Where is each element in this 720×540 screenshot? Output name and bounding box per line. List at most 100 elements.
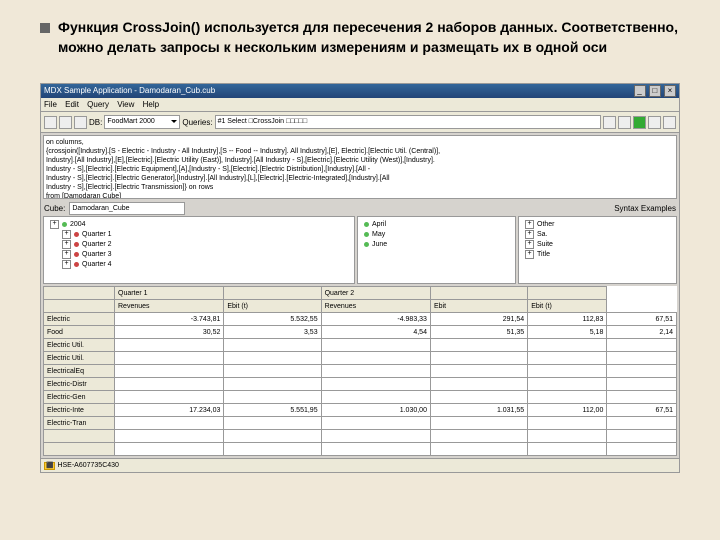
- title-bar: MDX Sample Application - Damodaran_Cub.c…: [41, 84, 679, 98]
- cube-row: Cube: Damodaran_Cube Syntax Examples: [41, 201, 679, 216]
- expand-icon[interactable]: +: [50, 220, 59, 229]
- cell: 112,83: [528, 313, 607, 326]
- cube-dropdown[interactable]: Damodaran_Cube: [69, 202, 185, 215]
- row-header: Electric-Gen: [44, 391, 115, 404]
- col-header[interactable]: [528, 287, 607, 300]
- syntax-label: Syntax Examples: [614, 204, 676, 213]
- expand-icon[interactable]: +: [62, 250, 71, 259]
- table-row[interactable]: Electric-3.743,815.532,55-4.983,33291,54…: [44, 313, 677, 326]
- col-header[interactable]: Ebit: [430, 300, 527, 313]
- query-editor[interactable]: on columns, {crossjoin([Industry].[S - E…: [43, 135, 677, 199]
- table-row[interactable]: Electric-Inte17.234,035.551,951.030,001.…: [44, 404, 677, 417]
- tool-btn[interactable]: [618, 116, 631, 129]
- cell: -3.743,81: [115, 313, 224, 326]
- row-header: Electric Util.: [44, 339, 115, 352]
- dimension-tree[interactable]: +2004+Quarter 1+Quarter 2+Quarter 3+Quar…: [43, 216, 355, 284]
- tree-label: April: [372, 221, 386, 228]
- month-tree[interactable]: AprilMayJune: [357, 216, 516, 284]
- tool-btn[interactable]: [648, 116, 661, 129]
- menu-file[interactable]: File: [44, 100, 57, 109]
- cell: 1.030,00: [321, 404, 430, 417]
- expand-icon[interactable]: +: [525, 230, 534, 239]
- table-row[interactable]: Electric-Distr: [44, 378, 677, 391]
- tree-label: Other: [537, 221, 555, 228]
- tree-label: 2004: [70, 221, 86, 228]
- menu-edit[interactable]: Edit: [65, 100, 79, 109]
- cell: [321, 378, 430, 391]
- col-header[interactable]: Revenues: [321, 300, 430, 313]
- row-header: ElectricalEq: [44, 365, 115, 378]
- menu-view[interactable]: View: [117, 100, 134, 109]
- table-row[interactable]: Electric-Gen: [44, 391, 677, 404]
- close-icon[interactable]: ×: [664, 85, 676, 97]
- tool-btn[interactable]: [603, 116, 616, 129]
- cell: [321, 417, 430, 430]
- col-header[interactable]: Revenues: [115, 300, 224, 313]
- col-header[interactable]: Ebit (t): [224, 300, 321, 313]
- tool-btn[interactable]: [59, 116, 72, 129]
- cell: 67,51: [607, 404, 677, 417]
- expand-icon[interactable]: +: [62, 230, 71, 239]
- col-header[interactable]: [430, 287, 527, 300]
- cell: [115, 339, 224, 352]
- tree-label: Quarter 1: [82, 231, 112, 238]
- menu-query[interactable]: Query: [87, 100, 109, 109]
- cell: [224, 378, 321, 391]
- cell: [430, 417, 527, 430]
- tree-label: Sa.: [537, 231, 548, 238]
- cell: [430, 378, 527, 391]
- tree-label: Quarter 3: [82, 251, 112, 258]
- result-grid[interactable]: Quarter 1Quarter 2RevenuesEbit (t)Revenu…: [43, 286, 677, 456]
- db-label: DB:: [89, 118, 102, 127]
- col-header[interactable]: Quarter 1: [115, 287, 224, 300]
- table-row: [44, 430, 677, 443]
- syntax-tree[interactable]: +Other+Sa.+Suite+Title: [518, 216, 677, 284]
- cell: [430, 352, 527, 365]
- window-title: MDX Sample Application - Damodaran_Cub.c…: [44, 84, 215, 98]
- table-row[interactable]: Food30,523,534,5451,355,182,14: [44, 326, 677, 339]
- tool-btn[interactable]: [74, 116, 87, 129]
- window-buttons: _ □ ×: [633, 84, 676, 98]
- tree-label: Quarter 2: [82, 241, 112, 248]
- col-header[interactable]: Quarter 2: [321, 287, 430, 300]
- col-header[interactable]: [44, 287, 115, 300]
- query-dropdown[interactable]: #1 Select □CrossJoin □□□□□: [215, 115, 601, 129]
- maximize-icon[interactable]: □: [649, 85, 661, 97]
- expand-icon[interactable]: +: [525, 220, 534, 229]
- table-row[interactable]: Electric Util.: [44, 339, 677, 352]
- col-header[interactable]: Ebit (t): [528, 300, 607, 313]
- queries-label: Queries:: [182, 118, 212, 127]
- cell: [115, 417, 224, 430]
- node-icon: [74, 242, 79, 247]
- col-header[interactable]: [224, 287, 321, 300]
- expand-icon[interactable]: +: [62, 260, 71, 269]
- node-icon: [74, 232, 79, 237]
- table-row[interactable]: Electric Util.: [44, 352, 677, 365]
- expand-icon[interactable]: +: [525, 240, 534, 249]
- cell: 17.234,03: [115, 404, 224, 417]
- menu-help[interactable]: Help: [143, 100, 159, 109]
- cell: [115, 378, 224, 391]
- cell: [321, 365, 430, 378]
- table-row[interactable]: Electric-Tran: [44, 417, 677, 430]
- expand-icon[interactable]: +: [525, 250, 534, 259]
- menu-bar: File Edit Query View Help: [41, 98, 679, 112]
- col-header[interactable]: [44, 300, 115, 313]
- tree-label: Suite: [537, 241, 553, 248]
- row-header: Electric-Tran: [44, 417, 115, 430]
- cell: 30,52: [115, 326, 224, 339]
- db-dropdown[interactable]: FoodMart 2000: [104, 115, 180, 129]
- cell: 67,51: [607, 313, 677, 326]
- cell: 291,54: [430, 313, 527, 326]
- expand-icon[interactable]: +: [62, 240, 71, 249]
- minimize-icon[interactable]: _: [634, 85, 646, 97]
- run-icon[interactable]: [633, 116, 646, 129]
- cell: [321, 391, 430, 404]
- tool-btn[interactable]: [44, 116, 57, 129]
- table-row[interactable]: ElectricalEq: [44, 365, 677, 378]
- cube-label: Cube:: [44, 204, 65, 213]
- chevron-down-icon: [171, 120, 177, 123]
- cell: [607, 339, 677, 352]
- table-row: [44, 443, 677, 456]
- tool-btn[interactable]: [663, 116, 676, 129]
